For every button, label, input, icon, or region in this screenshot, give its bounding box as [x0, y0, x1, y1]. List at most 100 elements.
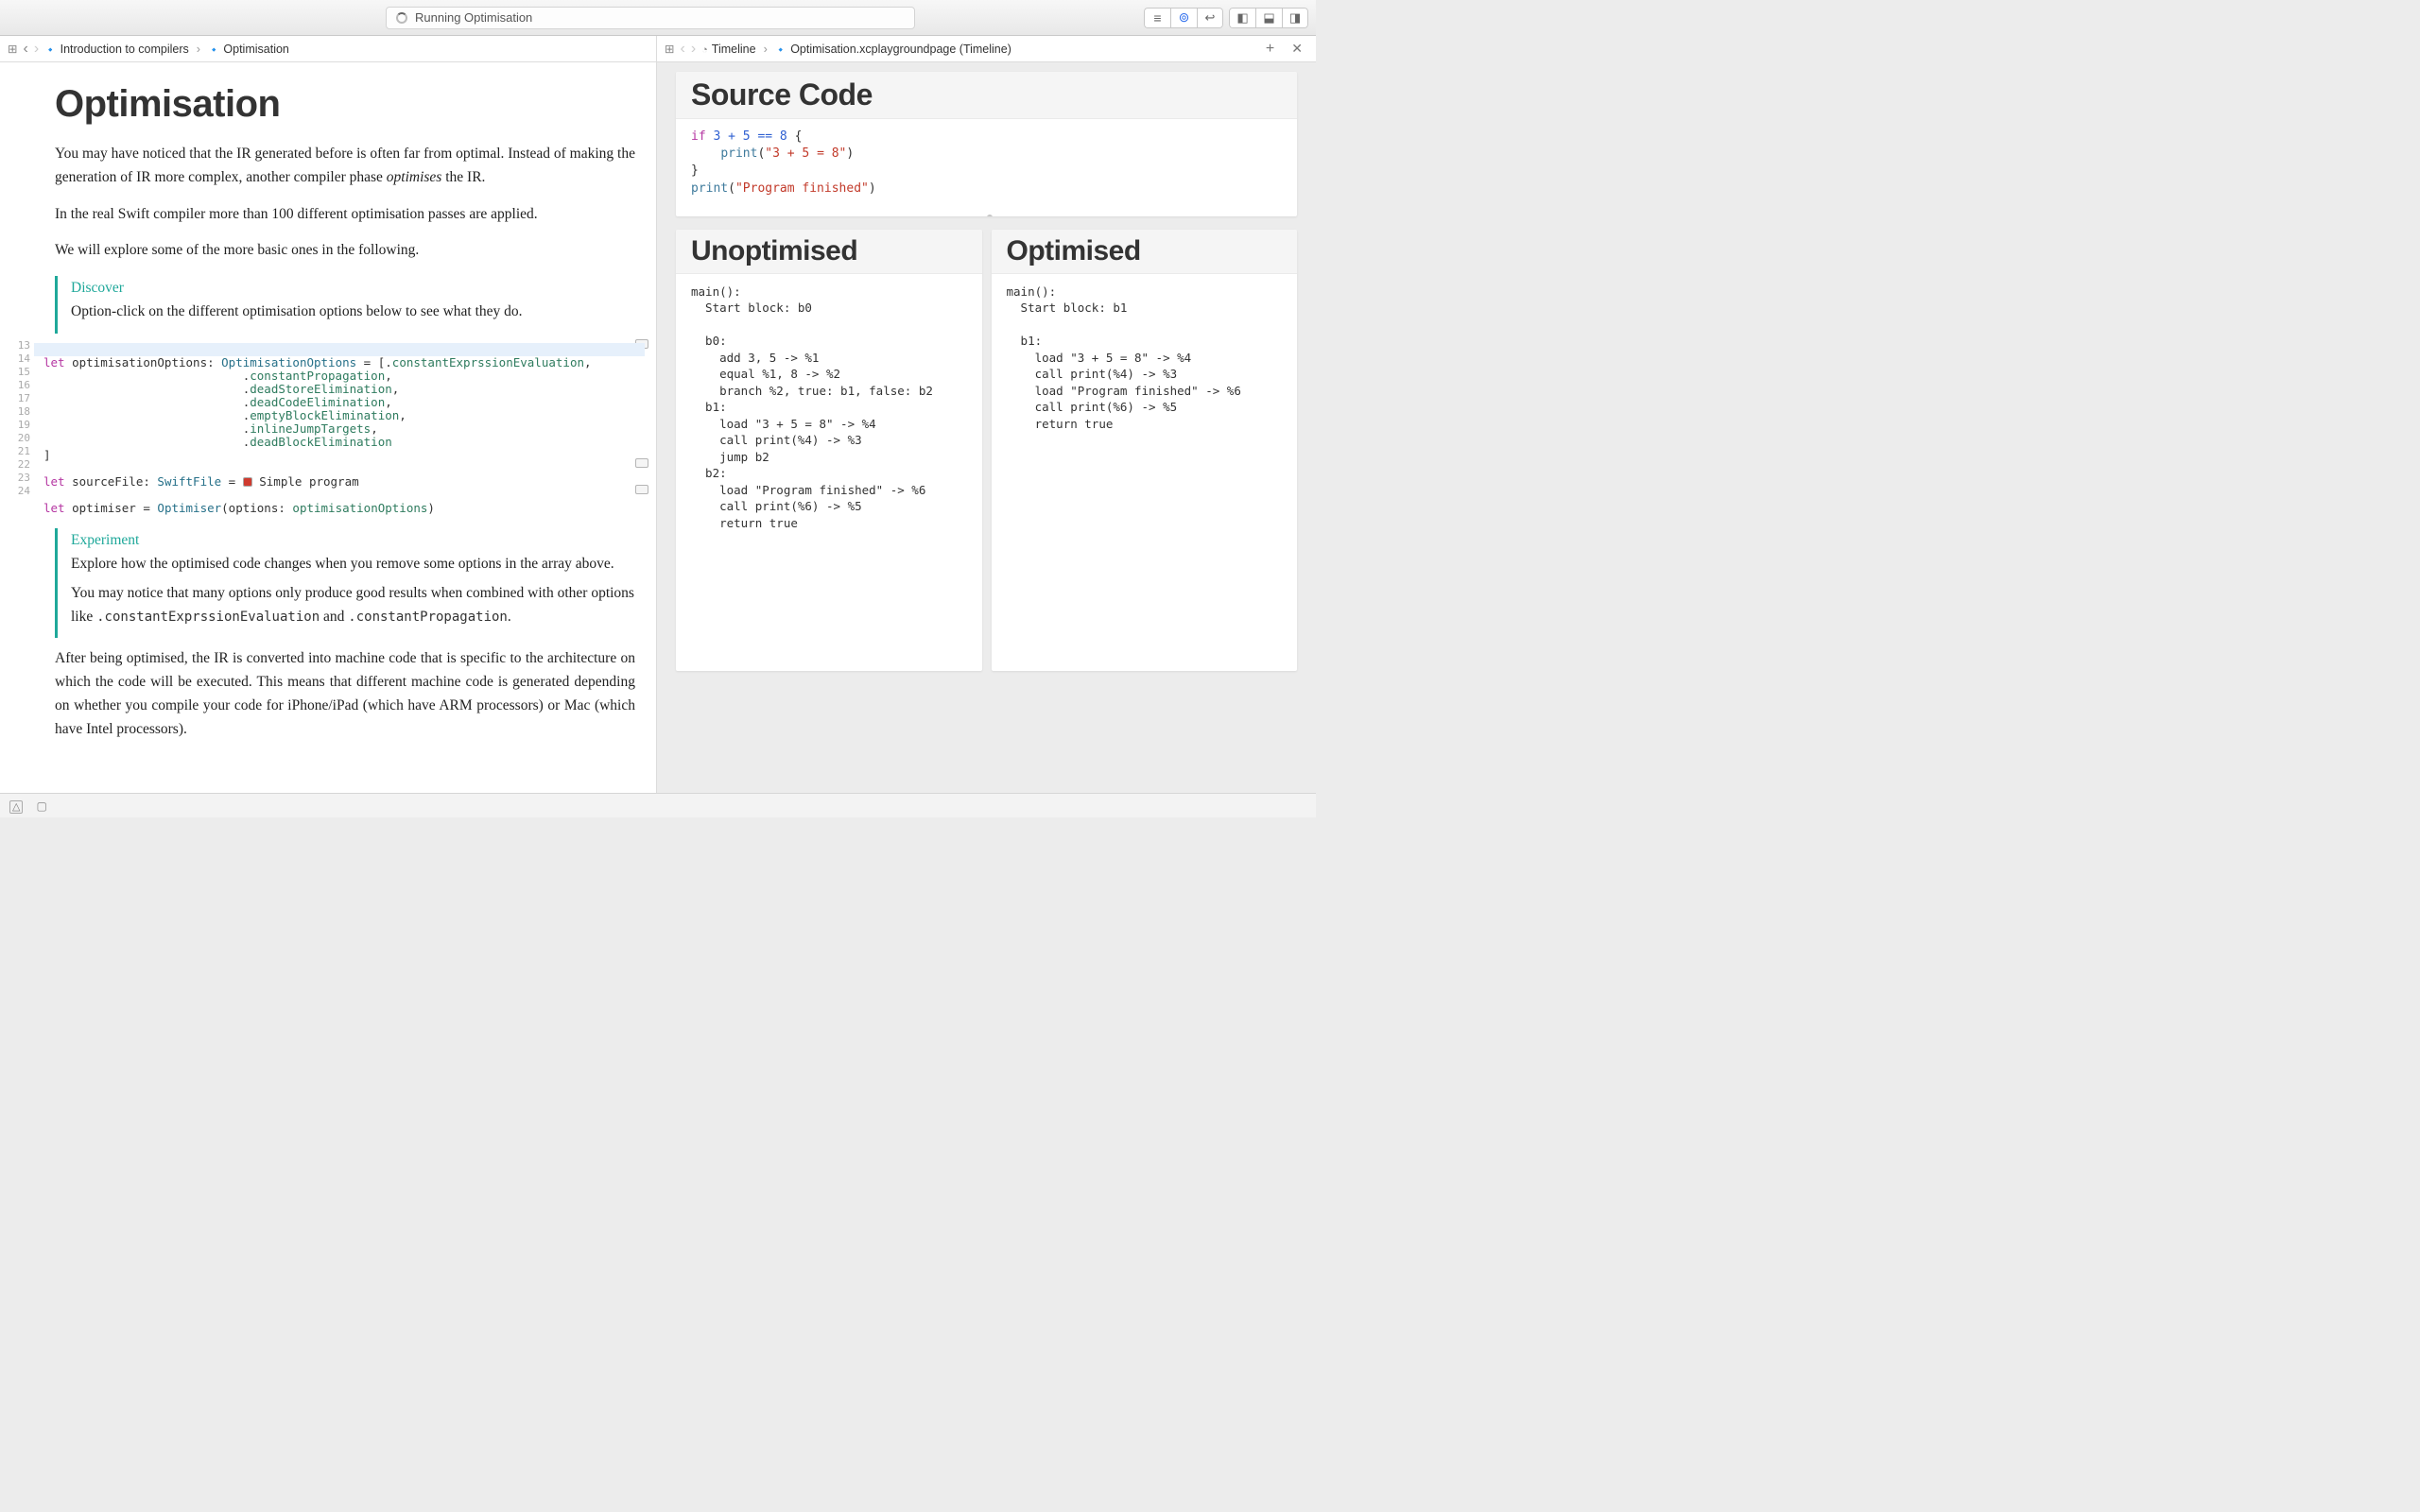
paragraph: You may have noticed that the IR generat… [55, 143, 635, 190]
related-items-icon[interactable] [665, 42, 674, 56]
code-text: . [43, 435, 250, 449]
code-text: . [43, 421, 250, 436]
code-text: = [221, 474, 243, 489]
paragraph: We will explore some of the more basic o… [55, 239, 635, 263]
breadcrumb-page[interactable]: Optimisation [208, 43, 289, 56]
nav-forward-button [34, 41, 39, 58]
line-number: 14 [0, 352, 30, 366]
line-number: 13 [0, 339, 30, 352]
code-text: , [385, 369, 392, 383]
text: the IR. [441, 169, 485, 185]
line-number: 19 [0, 419, 30, 432]
callout-title: Discover [71, 280, 635, 297]
spinner-icon [396, 12, 407, 24]
related-items-icon[interactable] [8, 42, 17, 56]
code-text: , [392, 382, 400, 396]
callout-body: You may notice that many options only pr… [71, 582, 635, 629]
bottom-bar [0, 793, 1316, 817]
type: Optimiser [157, 501, 221, 515]
main-split: 13 14 15 16 17 18 19 20 21 22 23 24 Opti… [0, 62, 1316, 793]
debug-area-toggle[interactable] [9, 799, 23, 813]
result-indicator[interactable] [635, 485, 648, 494]
activity-text: Running Optimisation [415, 10, 532, 25]
console-toggle[interactable] [36, 799, 46, 813]
code-text: ) [846, 146, 854, 161]
panel-body: main(): Start block: b0 b0: add 3, 5 -> … [676, 274, 982, 671]
experiment-callout: Experiment Explore how the optimised cod… [55, 528, 635, 638]
enum-value: deadBlockElimination [250, 435, 392, 449]
toggle-left-panel-button[interactable] [1229, 8, 1255, 28]
timeline-icon [701, 43, 708, 56]
swift-icon [44, 43, 56, 56]
result-indicator[interactable] [635, 458, 648, 468]
swift-icon [775, 43, 786, 56]
version-editor-button[interactable] [1197, 8, 1223, 28]
timeline-pane: Source Code if 3 + 5 == 8 { print("3 + 5… [657, 62, 1316, 793]
emphasis: optimises [387, 169, 442, 185]
code-text: , [399, 408, 406, 422]
breadcrumb-separator [762, 43, 769, 56]
code-text: ) [869, 181, 876, 196]
ir-comparison-row: Unoptimised main(): Start block: b0 b0: … [676, 230, 1297, 671]
editor-mode-group [1144, 8, 1223, 28]
enum-value: constantExprssionEvaluation [392, 355, 584, 369]
standard-editor-button[interactable] [1144, 8, 1170, 28]
code-text: = [. [356, 355, 392, 369]
panel-bottom-icon [1263, 10, 1274, 26]
panel-title: Unoptimised [691, 235, 967, 267]
type: OptimisationOptions [221, 355, 356, 369]
code-block[interactable]: let optimisationOptions: OptimisationOpt… [38, 343, 635, 515]
breadcrumb-page-label: Optimisation [223, 43, 288, 56]
line-number: 24 [0, 485, 30, 498]
jump-bar-left: Introduction to compilers Optimisation [0, 36, 657, 61]
breadcrumb-separator [195, 43, 202, 56]
line-number: 16 [0, 379, 30, 392]
inline-code: .constantExprssionEvaluation [96, 610, 320, 625]
identifier: optimisationOptions [292, 501, 427, 515]
code-text: , [584, 355, 592, 369]
code-text: { [795, 129, 803, 144]
color-literal-icon[interactable] [243, 477, 252, 487]
keyword: let [43, 501, 65, 515]
enum-value: inlineJumpTargets [250, 421, 371, 436]
close-assistant-button[interactable]: ✕ [1286, 41, 1308, 57]
code-text: 3 + 5 == 8 [706, 129, 795, 144]
breadcrumb-file[interactable]: Optimisation.xcplaygroundpage (Timeline) [775, 43, 1011, 56]
line-number: 20 [0, 432, 30, 445]
callout-title: Experiment [71, 532, 635, 549]
discover-callout: Discover Option-click on the different o… [55, 276, 635, 334]
text: . [508, 609, 511, 625]
toggle-right-panel-button[interactable] [1282, 8, 1308, 28]
code-text: ] [43, 448, 51, 462]
titlebar-right-group [1144, 8, 1308, 28]
breadcrumb-project[interactable]: Introduction to compilers [44, 43, 189, 56]
enum-value: emptyBlockElimination [250, 408, 399, 422]
jump-bar-right: Timeline Optimisation.xcplaygroundpage (… [657, 36, 1316, 61]
source-code-panel: Source Code if 3 + 5 == 8 { print("3 + 5… [676, 72, 1297, 216]
string: "3 + 5 = 8" [765, 146, 846, 161]
activity-field[interactable]: Running Optimisation [386, 7, 915, 29]
code-text: sourceFile: [65, 474, 158, 489]
line-number: 15 [0, 366, 30, 379]
assistant-editor-button[interactable] [1170, 8, 1197, 28]
lines-icon [1153, 10, 1161, 26]
toggle-bottom-panel-button[interactable] [1255, 8, 1282, 28]
add-assistant-button[interactable]: + [1260, 41, 1280, 58]
nav-back-button[interactable] [23, 41, 27, 58]
panel-body: main(): Start block: b1 b1: load "3 + 5 … [992, 274, 1298, 671]
enum-value: deadStoreElimination [250, 382, 392, 396]
panel-header: Optimised [992, 230, 1298, 274]
resize-handle[interactable] [987, 215, 993, 216]
document-body[interactable]: Optimisation You may have noticed that t… [34, 62, 656, 793]
titlebar: Running Optimisation [0, 0, 1316, 36]
panel-header: Source Code [676, 72, 1297, 119]
paragraph: In the real Swift compiler more than 100… [55, 203, 635, 227]
line-gutter: 13 14 15 16 17 18 19 20 21 22 23 24 [0, 62, 34, 793]
page-title: Optimisation [55, 83, 635, 126]
panel-header: Unoptimised [676, 230, 982, 274]
swift-icon [208, 43, 219, 56]
result-gutter [633, 458, 650, 468]
breadcrumb-timeline[interactable]: Timeline [701, 43, 755, 56]
breadcrumb-project-label: Introduction to compilers [60, 43, 189, 56]
nav-back-button[interactable] [680, 41, 684, 58]
